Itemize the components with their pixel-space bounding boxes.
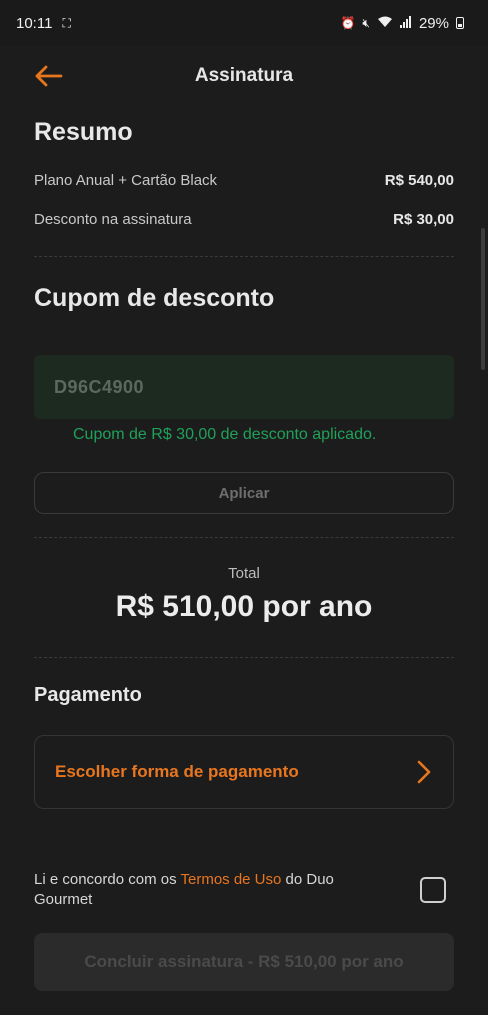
summary-row-value: R$ 540,00 [384,172,454,189]
coupon-success-message: Cupom de R$ 30,00 de desconto aplicado. [73,426,377,443]
wifi-icon [377,16,393,31]
divider [34,537,454,538]
summary-row-label: Desconto na assinatura [34,211,192,228]
page-title: Assinatura [194,65,294,86]
submit-subscription-button[interactable]: Concluir assinatura - R$ 510,00 por ano [34,933,454,991]
battery-percent: 29% [418,14,449,32]
battery-icon [456,17,464,29]
terms-text: Li e concordo com os Termos de Uso do Du… [34,870,374,910]
summary-row-plan: Plano Anual + Cartão Black R$ 540,00 [34,172,454,189]
summary-row-value: R$ 30,00 [393,211,454,228]
terms-checkbox[interactable] [420,877,446,903]
divider [34,657,454,658]
summary-row-discount: Desconto na assinatura R$ 30,00 [34,211,454,228]
mute-icon: 🔇︎ [362,15,370,30]
screen-record-icon: ⛶ [62,15,71,30]
summary-row-label: Plano Anual + Cartão Black [34,172,218,189]
alarm-icon: ⏰ [340,16,356,30]
summary-title: Resumo [34,118,133,146]
coupon-input[interactable]: D96C4900 [34,355,454,419]
back-button[interactable] [30,60,66,92]
choose-payment-label: Escolher forma de pagamento [55,762,299,781]
total-value: R$ 510,00 por ano [115,590,373,623]
chevron-right-icon [417,760,431,784]
terms-link[interactable]: Termos de Uso [180,871,281,888]
scrollbar[interactable] [481,228,485,370]
choose-payment-button[interactable]: Escolher forma de pagamento [34,735,454,809]
payment-title: Pagamento [34,684,142,706]
arrow-left-icon [35,65,63,87]
terms-prefix: Li e concordo com os [34,871,181,888]
apply-coupon-button[interactable]: Aplicar [34,472,454,514]
coupon-title: Cupom de desconto [34,284,275,312]
total-label: Total [228,565,260,582]
app-header: Assinatura [0,46,488,106]
signal-icon [399,15,412,31]
divider [34,256,454,257]
status-time: 10:11 [16,14,53,32]
status-bar: 10:11 ⛶ ⏰ 🔇︎ 29% [0,0,488,46]
